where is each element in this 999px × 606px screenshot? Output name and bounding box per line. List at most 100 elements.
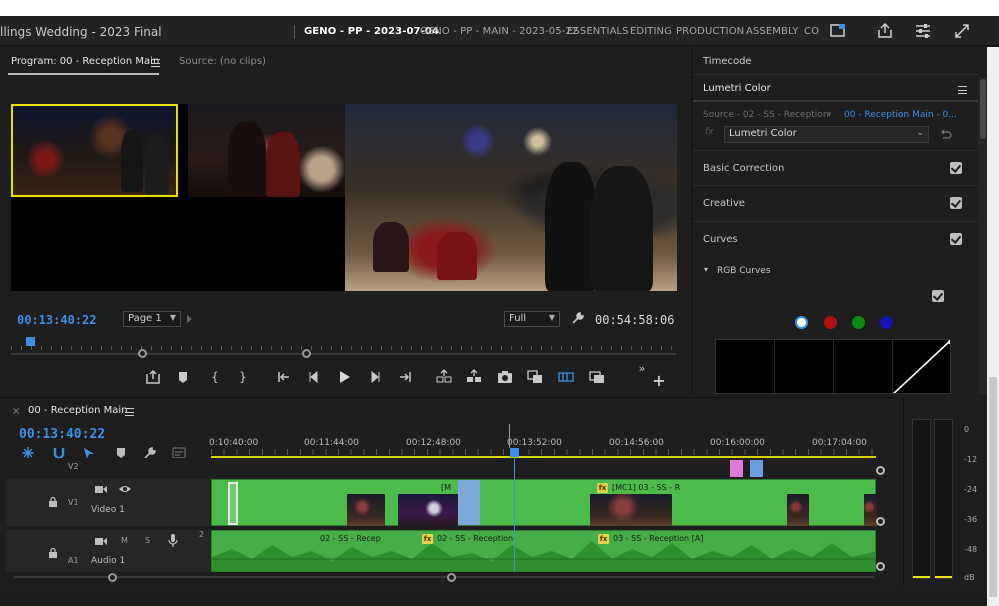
work-area-bar[interactable]: [211, 456, 876, 458]
v1-clip-strip[interactable]: [M fx [MC1] 03 - SS - R: [211, 479, 877, 526]
close-tab-icon[interactable]: ×: [12, 406, 20, 417]
workspace-tab-geno-pp-main[interactable]: GENO - PP - MAIN - 2023-05-22: [420, 26, 578, 37]
workspace-tab-overflow[interactable]: CO: [804, 26, 819, 37]
zoom-handle-left[interactable]: [138, 349, 147, 358]
play-next-page-icon[interactable]: [187, 315, 192, 323]
v1-clip-selected-blue[interactable]: [458, 480, 480, 525]
fx-badge[interactable]: fx: [422, 534, 433, 544]
window-scrollbar[interactable]: [987, 47, 999, 606]
multi-camera-view-button[interactable]: [558, 369, 574, 385]
more-controls-icon[interactable]: »: [634, 361, 650, 377]
lift-button[interactable]: [436, 369, 452, 385]
track-header-v2[interactable]: V2: [6, 458, 211, 477]
camera-icon[interactable]: [95, 536, 107, 546]
curve-channel-red[interactable]: [824, 316, 837, 329]
v2-clip-marker[interactable]: [750, 460, 763, 477]
effect-select[interactable]: Lumetri Color ⌄: [724, 126, 929, 143]
zoom-handle-right[interactable]: [302, 349, 311, 358]
timeline-playhead-line[interactable]: [514, 450, 515, 572]
section-basic-correction[interactable]: Basic Correction: [693, 150, 978, 186]
reset-effect-icon[interactable]: [939, 128, 952, 141]
comparison-view-button[interactable]: [527, 369, 543, 385]
tab-source-monitor[interactable]: Source: (no clips): [179, 56, 266, 67]
button-editor-add-icon[interactable]: +: [651, 373, 667, 389]
timeline-scroll-handle-right[interactable]: [447, 573, 456, 582]
fx-badge[interactable]: fx: [597, 483, 608, 493]
mark-in-button[interactable]: {: [207, 369, 223, 385]
export-frame-button[interactable]: [145, 369, 161, 385]
sequence-clip-label[interactable]: 00 - Reception Main - 0...: [844, 110, 957, 120]
track-header-a1[interactable]: A1 M S 2 Audio 1: [6, 530, 211, 572]
track-end-handle[interactable]: [876, 466, 885, 475]
tab-program-monitor[interactable]: Program: 00 - Reception Main: [11, 56, 159, 67]
wrench-icon[interactable]: [571, 311, 585, 325]
mark-out-button[interactable]: }: [235, 369, 251, 385]
basic-correction-checkbox[interactable]: [950, 162, 962, 174]
v2-clip-marker[interactable]: [730, 460, 743, 477]
track-name-v1[interactable]: Video 1: [91, 505, 125, 515]
timeline-playhead-timecode[interactable]: 00:13:40:22: [19, 427, 105, 442]
rgb-curves-label[interactable]: RGB Curves: [717, 266, 771, 276]
quick-export-icon[interactable]: [829, 22, 847, 40]
lumetri-panel-menu-icon[interactable]: [958, 86, 967, 94]
a1-clip-strip[interactable]: 02 - SS - Recep fx 02 - SS - Reception fx…: [211, 530, 876, 572]
multicam-angle-1-preview[interactable]: [11, 104, 178, 197]
camera-icon[interactable]: [497, 369, 513, 385]
timeline-scroll-handle-left[interactable]: [108, 573, 117, 582]
toggle-proxies-button[interactable]: [589, 369, 605, 385]
curves-checkbox[interactable]: [950, 233, 962, 245]
tab-sequence[interactable]: 00 - Reception Main: [28, 405, 128, 416]
v1-clip-selected[interactable]: [228, 482, 238, 525]
lock-icon[interactable]: [48, 496, 58, 507]
section-curves[interactable]: Curves: [693, 222, 978, 258]
share-icon[interactable]: [876, 22, 894, 40]
program-time-ruler[interactable]: [11, 340, 676, 350]
fx-badge[interactable]: fx: [598, 534, 609, 544]
fullscreen-icon[interactable]: [953, 22, 971, 40]
curve-channel-white[interactable]: [795, 316, 808, 329]
workspace-tab-geno-pp-2023-07-04[interactable]: GENO - PP - 2023-07-04: [304, 26, 439, 37]
add-marker-button[interactable]: [175, 369, 191, 385]
solo-button[interactable]: S: [145, 536, 150, 545]
program-playhead-marker[interactable]: [26, 337, 35, 346]
program-panel-menu-icon[interactable]: [151, 59, 160, 67]
timeline-horizontal-scrollbar[interactable]: [14, 576, 874, 578]
timeline-panel-menu-icon[interactable]: [125, 408, 134, 416]
step-back-button[interactable]: [306, 369, 322, 385]
go-to-in-button[interactable]: [276, 369, 292, 385]
program-playhead-timecode[interactable]: 00:13:40:22: [17, 313, 96, 327]
window-scrollbar-thumb[interactable]: [989, 377, 997, 597]
program-video-frame[interactable]: [11, 104, 677, 291]
tab-timecode[interactable]: Timecode: [703, 56, 752, 67]
mute-button[interactable]: M: [121, 536, 128, 545]
track-name-a1[interactable]: Audio 1: [91, 556, 125, 566]
step-forward-button[interactable]: [367, 369, 383, 385]
source-dropdown-chevron-icon[interactable]: ▾: [827, 110, 832, 120]
track-header-v1[interactable]: V1 Video 1: [6, 479, 211, 526]
workspace-tab-essentials[interactable]: ESSENTIALS: [567, 26, 629, 37]
curve-channel-green[interactable]: [852, 316, 865, 329]
resolution-select[interactable]: Full ▼: [504, 311, 560, 327]
page-select[interactable]: Page 1 ▼: [123, 311, 181, 327]
go-to-out-button[interactable]: [397, 369, 413, 385]
rgb-curve-graph[interactable]: [715, 339, 951, 394]
settings-sliders-icon[interactable]: [914, 22, 932, 40]
program-zoom-scrollbar[interactable]: [11, 353, 676, 355]
tab-lumetri-color[interactable]: Lumetri Color: [703, 83, 771, 94]
eye-icon[interactable]: [119, 484, 131, 494]
chevron-down-icon[interactable]: ▾: [704, 265, 708, 274]
section-creative[interactable]: Creative: [693, 186, 978, 222]
camera-icon[interactable]: [95, 484, 107, 494]
rgb-curves-checkbox[interactable]: [932, 290, 944, 302]
track-end-handle[interactable]: [876, 517, 885, 526]
curve-channel-blue[interactable]: [880, 316, 893, 329]
play-button[interactable]: [336, 369, 352, 385]
workspace-tab-editing[interactable]: EDITING: [630, 26, 672, 37]
source-clip-label[interactable]: Source - 02 - SS - Reception: [703, 110, 829, 120]
extract-button[interactable]: [466, 369, 482, 385]
microphone-icon[interactable]: [168, 534, 178, 547]
lumetri-scrollbar-thumb[interactable]: [980, 79, 986, 139]
workspace-tab-production[interactable]: PRODUCTION: [676, 26, 744, 37]
track-end-handle[interactable]: [876, 562, 885, 571]
workspace-tab-assembly[interactable]: ASSEMBLY: [746, 26, 799, 37]
